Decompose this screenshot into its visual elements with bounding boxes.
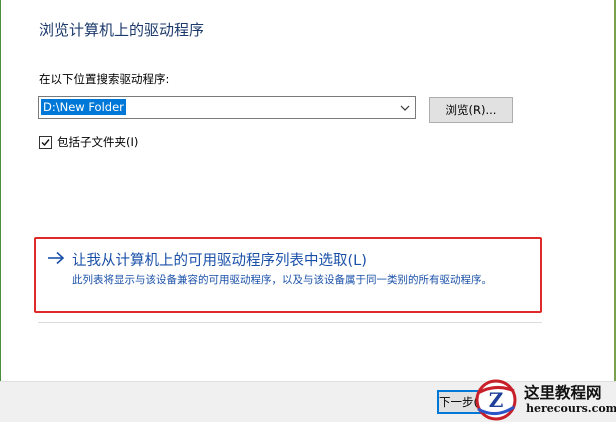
svg-text:Z: Z	[489, 388, 504, 412]
include-subfolders-label[interactable]: 包括子文件夹(I)	[57, 134, 138, 150]
driver-path-combobox[interactable]: D:\New Folder	[38, 96, 416, 119]
watermark-site-name: 这里教程网	[524, 383, 602, 402]
arrow-right-icon	[47, 250, 65, 269]
pick-from-list-description: 此列表将显示与该设备兼容的可用驱动程序，以及与该设备属于同一类别的所有驱动程序。	[72, 274, 492, 286]
browse-button[interactable]: 浏览(R)...	[429, 97, 513, 123]
page-title: 浏览计算机上的驱动程序	[39, 21, 205, 39]
search-location-label: 在以下位置搜索驱动程序:	[39, 72, 170, 86]
include-subfolders-option[interactable]: 包括子文件夹(I)	[39, 135, 138, 149]
site-watermark: Z 这里教程网 herecours.com	[468, 378, 616, 425]
driver-path-value[interactable]: D:\New Folder	[41, 99, 126, 115]
watermark-logo-icon: Z	[472, 379, 520, 425]
window-left-edge	[0, 0, 1, 422]
content-divider	[38, 322, 542, 323]
include-subfolders-checkbox[interactable]	[39, 135, 52, 149]
pick-from-driver-list-option[interactable]: 让我从计算机上的可用驱动程序列表中选取(L) 此列表将显示与该设备兼容的可用驱动…	[34, 237, 542, 313]
chevron-down-icon[interactable]	[397, 97, 413, 118]
watermark-domain: herecours.com	[526, 402, 616, 415]
pick-from-list-title[interactable]: 让我从计算机上的可用驱动程序列表中选取(L)	[72, 249, 367, 270]
